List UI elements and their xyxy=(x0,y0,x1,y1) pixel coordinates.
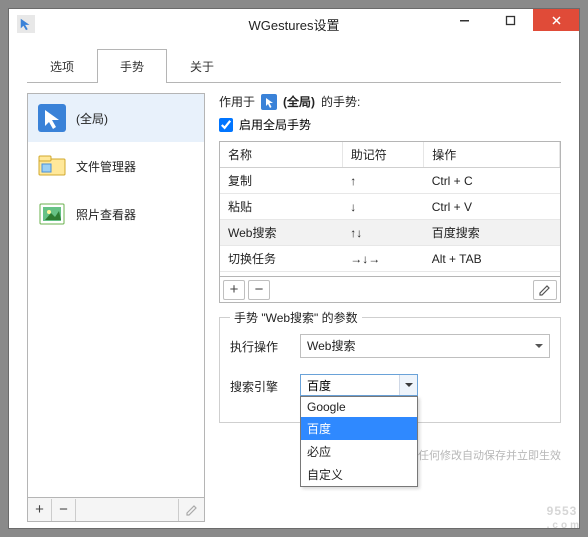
params-legend: 手势 "Web搜索" 的参数 xyxy=(230,309,362,326)
apply-suffix: 的手势: xyxy=(321,93,360,110)
engine-option[interactable]: 百度 xyxy=(301,417,417,440)
folder-icon xyxy=(36,150,68,182)
table-row[interactable]: 切换任务 →↓→ Alt + TAB xyxy=(220,246,560,272)
tab-options[interactable]: 选项 xyxy=(27,49,97,83)
col-act-header[interactable]: 操作 xyxy=(424,142,560,168)
app-list-column: (全局) 文件管理器 照片查看器 xyxy=(27,93,205,522)
tab-body: (全局) 文件管理器 照片查看器 xyxy=(27,83,561,522)
col-mnem-header[interactable]: 助记符 xyxy=(342,142,423,168)
content: 选项 手势 关于 (全局) xyxy=(9,39,579,528)
remove-app-button[interactable]: − xyxy=(52,499,76,521)
titlebar: WGestures设置 xyxy=(9,9,579,39)
close-button[interactable] xyxy=(533,9,579,31)
cursor-icon xyxy=(36,102,68,134)
photo-icon xyxy=(36,198,68,230)
enable-global-checkbox[interactable]: 启用全局手势 xyxy=(219,116,561,133)
edit-app-button[interactable] xyxy=(178,499,204,521)
table-row[interactable]: 复制 ↑ Ctrl + C xyxy=(220,168,560,194)
chevron-down-icon xyxy=(399,375,417,395)
cursor-icon xyxy=(261,94,277,110)
app-item-label: 照片查看器 xyxy=(76,206,136,223)
apply-to-line: 作用于 (全局) 的手势: xyxy=(219,93,561,110)
minimize-button[interactable] xyxy=(441,9,487,31)
engine-dropdown[interactable]: Google 百度 必应 自定义 xyxy=(300,396,418,487)
apply-target: (全局) xyxy=(283,93,315,110)
tab-gestures[interactable]: 手势 xyxy=(97,49,167,83)
add-gesture-button[interactable]: + xyxy=(223,280,245,300)
gesture-table[interactable]: 名称 助记符 操作 复制 ↑ Ctrl + C 粘贴 xyxy=(219,141,561,277)
engine-option[interactable]: 必应 xyxy=(301,440,417,463)
gesture-panel: 作用于 (全局) 的手势: 启用全局手势 名称 xyxy=(219,93,561,522)
gesture-toolbar: + − xyxy=(219,277,561,303)
app-list[interactable]: (全局) 文件管理器 照片查看器 xyxy=(27,93,205,498)
app-item-photoviewer[interactable]: 照片查看器 xyxy=(28,190,204,238)
action-select[interactable]: Web搜索 xyxy=(300,334,550,358)
tab-about[interactable]: 关于 xyxy=(167,49,237,83)
col-name-header[interactable]: 名称 xyxy=(220,142,342,168)
engine-option[interactable]: 自定义 xyxy=(301,463,417,486)
enable-checkbox-input[interactable] xyxy=(219,118,233,132)
action-label: 执行操作 xyxy=(230,338,286,355)
table-row[interactable]: 前进 → Alt + RIGHT xyxy=(220,272,560,278)
gesture-params: 手势 "Web搜索" 的参数 执行操作 Web搜索 搜索引擎 百度 xyxy=(219,317,561,423)
app-item-label: 文件管理器 xyxy=(76,158,136,175)
edit-gesture-button[interactable] xyxy=(533,280,557,300)
app-icon xyxy=(17,15,35,33)
maximize-button[interactable] xyxy=(487,9,533,31)
engine-label: 搜索引擎 xyxy=(230,374,286,395)
tabstrip: 选项 手势 关于 xyxy=(27,49,561,83)
enable-label: 启用全局手势 xyxy=(239,116,311,133)
table-row[interactable]: Web搜索 ↑↓ 百度搜索 xyxy=(220,220,560,246)
settings-window: WGestures设置 选项 手势 关于 (全局) xyxy=(8,8,580,529)
engine-option[interactable]: Google xyxy=(301,397,417,417)
add-app-button[interactable]: + xyxy=(28,499,52,521)
remove-gesture-button[interactable]: − xyxy=(248,280,270,300)
apply-prefix: 作用于 xyxy=(219,93,255,110)
engine-combobox[interactable]: 百度 Google 百度 必应 自定义 xyxy=(300,374,418,396)
app-list-toolbar: + − xyxy=(27,498,205,522)
table-row[interactable]: 粘贴 ↓ Ctrl + V xyxy=(220,194,560,220)
app-item-explorer[interactable]: 文件管理器 xyxy=(28,142,204,190)
app-item-global[interactable]: (全局) xyxy=(28,94,204,142)
app-item-label: (全局) xyxy=(76,110,108,127)
